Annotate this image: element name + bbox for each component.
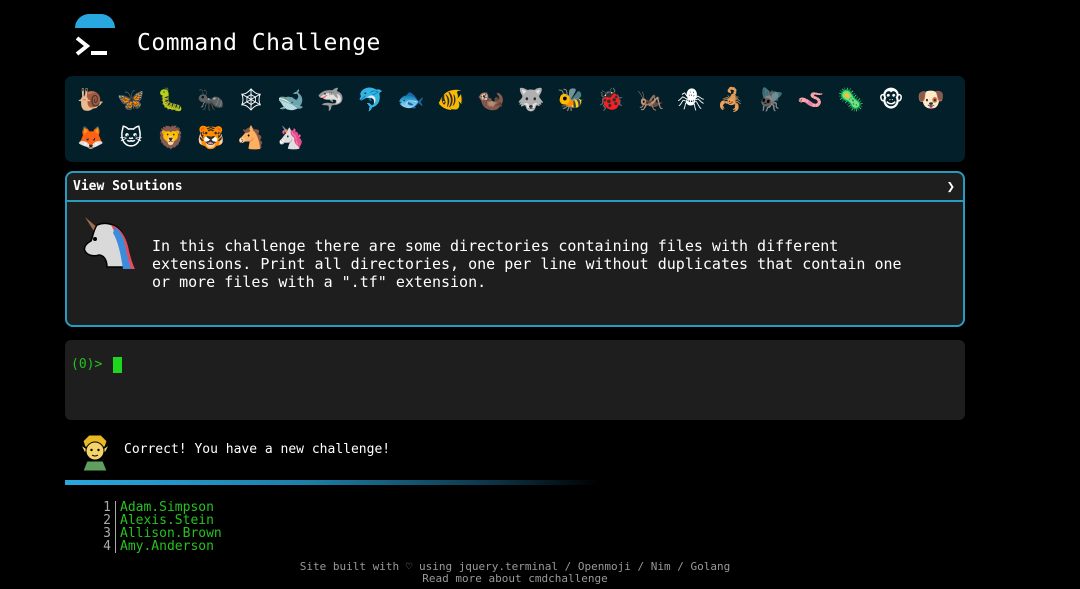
footer-separator: / xyxy=(670,560,691,573)
footer-separator: / xyxy=(630,560,651,573)
level-icon-row: 🐌 🦋 🐛 🐜 🕸 🐋 🦈 🐬 🐟 🐠 🦦 🐺 🐝 🐞 🦗 🕷 🦂 🪰 🪱 🦠 🐵 🐶 xyxy=(71,82,965,120)
shark-icon[interactable]: 🦈 xyxy=(311,82,351,120)
ladybug-glyph: 🐞 xyxy=(597,88,625,113)
otter-icon[interactable]: 🦦 xyxy=(471,82,511,120)
shark-glyph: 🦈 xyxy=(317,88,345,113)
prompt-icon xyxy=(75,36,107,56)
horse-glyph: 🐴 xyxy=(237,126,265,151)
leaderboard-row: 4 Amy.Anderson xyxy=(95,540,222,553)
leaderboard-divider xyxy=(115,527,116,540)
footer: Site built with ♡ using jquery.terminal … xyxy=(0,561,1030,585)
leaderboard-divider xyxy=(115,501,116,514)
snail-glyph: 🐌 xyxy=(77,88,105,113)
challenge-box: View Solutions ❯ In this challenge there… xyxy=(65,171,965,327)
dolphin-glyph: 🐬 xyxy=(357,88,385,113)
spider-glyph: 🕷 xyxy=(677,88,705,113)
leaderboard: 1 Adam.Simpson 2 Alexis.Stein 3 Allison.Brown… xyxy=(95,501,222,553)
microbe-glyph: 🦠 xyxy=(837,88,865,113)
dolphin-icon[interactable]: 🐬 xyxy=(351,82,391,120)
fish-icon[interactable]: 🐟 xyxy=(391,82,431,120)
read-more-link[interactable]: Read more about cmdchallenge xyxy=(422,572,607,585)
leaderboard-divider xyxy=(115,540,116,553)
worm-icon[interactable]: 🪱 xyxy=(791,82,831,120)
spider-icon[interactable]: 🕷 xyxy=(671,82,711,120)
fly-glyph: 🪰 xyxy=(757,88,785,113)
bee-glyph: 🐝 xyxy=(557,88,585,113)
ladybug-icon[interactable]: 🐞 xyxy=(591,82,631,120)
ant-glyph: 🐜 xyxy=(197,88,225,113)
tiger-glyph: 🐯 xyxy=(197,126,225,151)
elf-icon xyxy=(79,434,111,471)
page-title: Command Challenge xyxy=(137,30,381,56)
butterfly-icon[interactable]: 🦋 xyxy=(111,82,151,120)
leaderboard-divider xyxy=(115,514,116,527)
nim-link[interactable]: Nim xyxy=(651,560,671,573)
dog-icon[interactable]: 🐶 xyxy=(911,82,951,120)
status-message: Correct! You have a new challenge! xyxy=(124,442,391,457)
leaderboard-rank: 4 xyxy=(103,539,111,554)
monkey-icon[interactable]: 🐵 xyxy=(871,82,911,120)
lion-icon[interactable]: 🦁 xyxy=(151,120,191,158)
cat-icon[interactable]: 🐱 xyxy=(111,120,151,158)
monkey-glyph: 🐵 xyxy=(878,88,904,113)
unicorn-glyph: 🦄 xyxy=(277,126,305,151)
scorpion-glyph: 🦂 xyxy=(717,88,745,113)
scorpion-icon[interactable]: 🦂 xyxy=(711,82,751,120)
worm-glyph: 🪱 xyxy=(797,88,825,113)
footer-built-prefix: Site built with xyxy=(299,560,406,573)
otter-glyph: 🦦 xyxy=(477,88,505,113)
leaderboard-name[interactable]: Amy.Anderson xyxy=(120,540,214,553)
terminal[interactable]: (0)> xyxy=(65,340,965,420)
snail-icon[interactable]: 🐌 xyxy=(71,82,111,120)
dog-glyph: 🐶 xyxy=(917,88,945,113)
whale-icon[interactable]: 🐋 xyxy=(271,82,311,120)
terminal-logo-icon xyxy=(73,14,115,60)
whale-glyph: 🐋 xyxy=(277,88,305,113)
fox-glyph: 🦊 xyxy=(77,126,105,151)
cat-glyph: 🐱 xyxy=(119,126,143,151)
bee-icon[interactable]: 🐝 xyxy=(551,82,591,120)
wolf-icon[interactable]: 🐺 xyxy=(511,82,551,120)
tropical-fish-glyph: 🐠 xyxy=(437,88,465,113)
challenge-description: In this challenge there are some directo… xyxy=(152,237,902,291)
cricket-glyph: 🦗 xyxy=(637,88,665,113)
view-solutions-toggle[interactable]: View Solutions ❯ xyxy=(67,173,963,202)
fly-icon[interactable]: 🪰 xyxy=(751,82,791,120)
level-icon-panel: 🐌 🦋 🐛 🐜 🕸 🐋 🦈 🐬 🐟 🐠 🦦 🐺 🐝 🐞 🦗 🕷 🦂 🪰 🪱 🦠 🐵 🐶 🦊 🐱 🦁 🐯 🐴 🦄 xyxy=(65,76,965,162)
unicorn-icon[interactable]: 🦄 xyxy=(271,120,311,158)
tropical-fish-icon[interactable]: 🐠 xyxy=(431,82,471,120)
terminal-cursor xyxy=(113,357,122,373)
caterpillar-icon[interactable]: 🐛 xyxy=(151,82,191,120)
header: Command Challenge xyxy=(65,12,965,67)
horse-icon[interactable]: 🐴 xyxy=(231,120,271,158)
ant-icon[interactable]: 🐜 xyxy=(191,82,231,120)
level-icon-row: 🦊 🐱 🦁 🐯 🐴 🦄 xyxy=(71,120,965,158)
wolf-glyph: 🐺 xyxy=(517,88,545,113)
terminal-prompt: (0)> xyxy=(71,357,103,372)
view-solutions-label: View Solutions xyxy=(73,179,183,194)
logo-dome xyxy=(75,14,115,28)
lion-glyph: 🦁 xyxy=(157,126,185,151)
golang-link[interactable]: Golang xyxy=(691,560,731,573)
progress-bar xyxy=(65,480,600,485)
web-glyph: 🕸 xyxy=(237,88,265,113)
tiger-icon[interactable]: 🐯 xyxy=(191,120,231,158)
fish-glyph: 🐟 xyxy=(397,88,425,113)
microbe-icon[interactable]: 🦠 xyxy=(831,82,871,120)
fox-icon[interactable]: 🦊 xyxy=(71,120,111,158)
caterpillar-glyph: 🐛 xyxy=(157,88,185,113)
butterfly-glyph: 🦋 xyxy=(117,88,145,113)
chevron-right-icon: ❯ xyxy=(946,178,955,195)
unicorn-icon xyxy=(83,217,135,269)
web-icon[interactable]: 🕸 xyxy=(231,82,271,120)
cricket-icon[interactable]: 🦗 xyxy=(631,82,671,120)
